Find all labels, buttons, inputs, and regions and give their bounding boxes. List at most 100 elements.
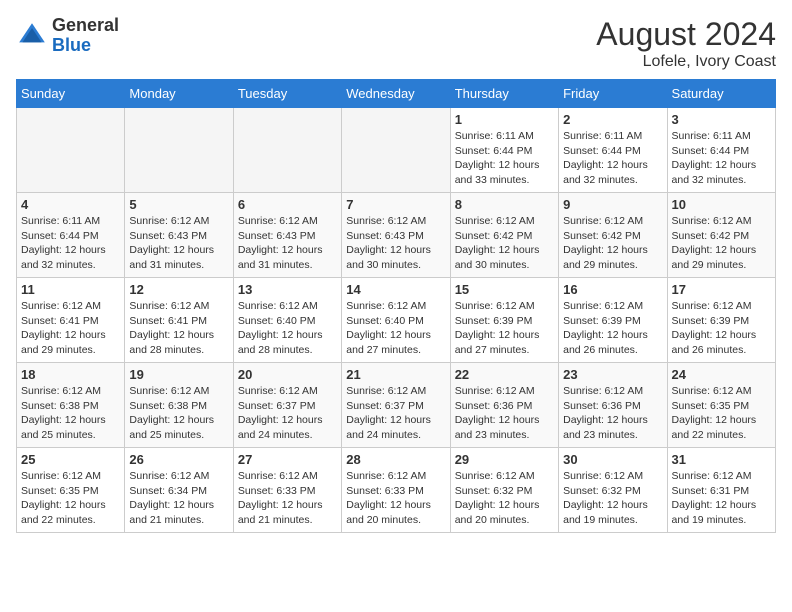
day-number: 17 [672, 282, 771, 297]
day-number: 9 [563, 197, 662, 212]
day-info: Sunrise: 6:12 AMSunset: 6:33 PMDaylight:… [346, 469, 445, 528]
week-row-4: 18 Sunrise: 6:12 AMSunset: 6:38 PMDayligh… [17, 363, 776, 448]
day-info: Sunrise: 6:12 AMSunset: 6:37 PMDaylight:… [238, 384, 337, 443]
day-number: 11 [21, 282, 120, 297]
calendar-header-tuesday: Tuesday [233, 80, 341, 108]
logo-blue: Blue [52, 35, 91, 55]
calendar-cell: 29 Sunrise: 6:12 AMSunset: 6:32 PMDayligh… [450, 448, 558, 533]
day-number: 18 [21, 367, 120, 382]
calendar-table: SundayMondayTuesdayWednesdayThursdayFrid… [16, 79, 776, 533]
calendar-cell: 25Sunrise: 6:12 AMSunset: 6:35 PMDayligh… [17, 448, 125, 533]
day-number: 13 [238, 282, 337, 297]
day-number: 8 [455, 197, 554, 212]
calendar-cell: 7 Sunrise: 6:12 AMSunset: 6:43 PMDaylight… [342, 193, 450, 278]
week-row-1: 1 Sunrise: 6:11 AMSunset: 6:44 PMDaylight… [17, 108, 776, 193]
calendar-cell [17, 108, 125, 193]
calendar-cell: 31Sunrise: 6:12 AMSunset: 6:31 PMDayligh… [667, 448, 775, 533]
day-info: Sunrise: 6:12 AMSunset: 6:43 PMDaylight:… [129, 214, 228, 273]
calendar-cell: 11 Sunrise: 6:12 AMSunset: 6:41 PMDayligh… [17, 278, 125, 363]
logo: General Blue [16, 16, 119, 56]
calendar-cell: 10 Sunrise: 6:12 AMSunset: 6:42 PMDayligh… [667, 193, 775, 278]
day-info: Sunrise: 6:11 AMSunset: 6:44 PMDaylight:… [455, 129, 554, 188]
month-year: August 2024 [596, 16, 776, 53]
calendar-cell: 1 Sunrise: 6:11 AMSunset: 6:44 PMDaylight… [450, 108, 558, 193]
day-info: Sunrise: 6:12 AMSunset: 6:43 PMDaylight:… [238, 214, 337, 273]
day-number: 25 [21, 452, 120, 467]
day-number: 5 [129, 197, 228, 212]
day-number: 3 [672, 112, 771, 127]
calendar-header-wednesday: Wednesday [342, 80, 450, 108]
title-block: August 2024 Lofele, Ivory Coast [596, 16, 776, 71]
calendar-cell: 6 Sunrise: 6:12 AMSunset: 6:43 PMDaylight… [233, 193, 341, 278]
day-number: 23 [563, 367, 662, 382]
day-info: Sunrise: 6:12 AMSunset: 6:32 PMDaylight:… [455, 469, 554, 528]
calendar-cell: 27 Sunrise: 6:12 AMSunset: 6:33 PMDayligh… [233, 448, 341, 533]
day-info: Sunrise: 6:12 AMSunset: 6:41 PMDaylight:… [21, 299, 120, 358]
day-info: Sunrise: 6:11 AMSunset: 6:44 PMDaylight:… [672, 129, 771, 188]
calendar-header-sunday: Sunday [17, 80, 125, 108]
day-info: Sunrise: 6:12 AMSunset: 6:41 PMDaylight:… [129, 299, 228, 358]
day-number: 21 [346, 367, 445, 382]
day-number: 30 [563, 452, 662, 467]
calendar-cell: 12 Sunrise: 6:12 AMSunset: 6:41 PMDayligh… [125, 278, 233, 363]
day-number: 20 [238, 367, 337, 382]
day-number: 1 [455, 112, 554, 127]
day-number: 15 [455, 282, 554, 297]
calendar-cell: 21 Sunrise: 6:12 AMSunset: 6:37 PMDayligh… [342, 363, 450, 448]
calendar-cell: 20 Sunrise: 6:12 AMSunset: 6:37 PMDayligh… [233, 363, 341, 448]
day-number: 12 [129, 282, 228, 297]
day-info: Sunrise: 6:12 AMSunset: 6:40 PMDaylight:… [238, 299, 337, 358]
calendar-cell: 9Sunrise: 6:12 AMSunset: 6:42 PMDaylight… [559, 193, 667, 278]
day-number: 10 [672, 197, 771, 212]
day-number: 31 [672, 452, 771, 467]
day-number: 22 [455, 367, 554, 382]
calendar-cell [125, 108, 233, 193]
day-info: Sunrise: 6:12 AMSunset: 6:40 PMDaylight:… [346, 299, 445, 358]
day-info: Sunrise: 6:11 AMSunset: 6:44 PMDaylight:… [563, 129, 662, 188]
day-info: Sunrise: 6:12 AMSunset: 6:35 PMDaylight:… [672, 384, 771, 443]
day-info: Sunrise: 6:12 AMSunset: 6:37 PMDaylight:… [346, 384, 445, 443]
day-number: 27 [238, 452, 337, 467]
day-number: 4 [21, 197, 120, 212]
day-number: 2 [563, 112, 662, 127]
day-info: Sunrise: 6:12 AMSunset: 6:43 PMDaylight:… [346, 214, 445, 273]
calendar-cell: 16Sunrise: 6:12 AMSunset: 6:39 PMDayligh… [559, 278, 667, 363]
calendar-cell: 23Sunrise: 6:12 AMSunset: 6:36 PMDayligh… [559, 363, 667, 448]
calendar-cell: 24 Sunrise: 6:12 AMSunset: 6:35 PMDayligh… [667, 363, 775, 448]
day-number: 19 [129, 367, 228, 382]
week-row-5: 25Sunrise: 6:12 AMSunset: 6:35 PMDayligh… [17, 448, 776, 533]
day-info: Sunrise: 6:12 AMSunset: 6:38 PMDaylight:… [21, 384, 120, 443]
day-info: Sunrise: 6:12 AMSunset: 6:39 PMDaylight:… [672, 299, 771, 358]
day-info: Sunrise: 6:12 AMSunset: 6:42 PMDaylight:… [455, 214, 554, 273]
calendar-cell: 30Sunrise: 6:12 AMSunset: 6:32 PMDayligh… [559, 448, 667, 533]
calendar-cell: 22Sunrise: 6:12 AMSunset: 6:36 PMDayligh… [450, 363, 558, 448]
day-number: 29 [455, 452, 554, 467]
calendar-cell: 26Sunrise: 6:12 AMSunset: 6:34 PMDayligh… [125, 448, 233, 533]
day-info: Sunrise: 6:12 AMSunset: 6:33 PMDaylight:… [238, 469, 337, 528]
logo-general: General [52, 15, 119, 35]
calendar-header-saturday: Saturday [667, 80, 775, 108]
calendar-header-friday: Friday [559, 80, 667, 108]
calendar-cell: 28 Sunrise: 6:12 AMSunset: 6:33 PMDayligh… [342, 448, 450, 533]
day-number: 28 [346, 452, 445, 467]
calendar-header-thursday: Thursday [450, 80, 558, 108]
calendar-cell: 3 Sunrise: 6:11 AMSunset: 6:44 PMDaylight… [667, 108, 775, 193]
week-row-2: 4Sunrise: 6:11 AMSunset: 6:44 PMDaylight… [17, 193, 776, 278]
day-number: 7 [346, 197, 445, 212]
calendar-cell: 5 Sunrise: 6:12 AMSunset: 6:43 PMDaylight… [125, 193, 233, 278]
logo-icon [16, 20, 48, 52]
day-number: 6 [238, 197, 337, 212]
day-number: 24 [672, 367, 771, 382]
calendar-cell: 13 Sunrise: 6:12 AMSunset: 6:40 PMDayligh… [233, 278, 341, 363]
page-header: General Blue August 2024 Lofele, Ivory C… [16, 16, 776, 71]
day-number: 16 [563, 282, 662, 297]
calendar-cell: 4Sunrise: 6:11 AMSunset: 6:44 PMDaylight… [17, 193, 125, 278]
calendar-cell [342, 108, 450, 193]
calendar-header-row: SundayMondayTuesdayWednesdayThursdayFrid… [17, 80, 776, 108]
calendar-cell: 2 Sunrise: 6:11 AMSunset: 6:44 PMDaylight… [559, 108, 667, 193]
calendar-cell: 8 Sunrise: 6:12 AMSunset: 6:42 PMDaylight… [450, 193, 558, 278]
calendar-cell [233, 108, 341, 193]
day-info: Sunrise: 6:12 AMSunset: 6:42 PMDaylight:… [672, 214, 771, 273]
calendar-cell: 15Sunrise: 6:12 AMSunset: 6:39 PMDayligh… [450, 278, 558, 363]
week-row-3: 11 Sunrise: 6:12 AMSunset: 6:41 PMDayligh… [17, 278, 776, 363]
